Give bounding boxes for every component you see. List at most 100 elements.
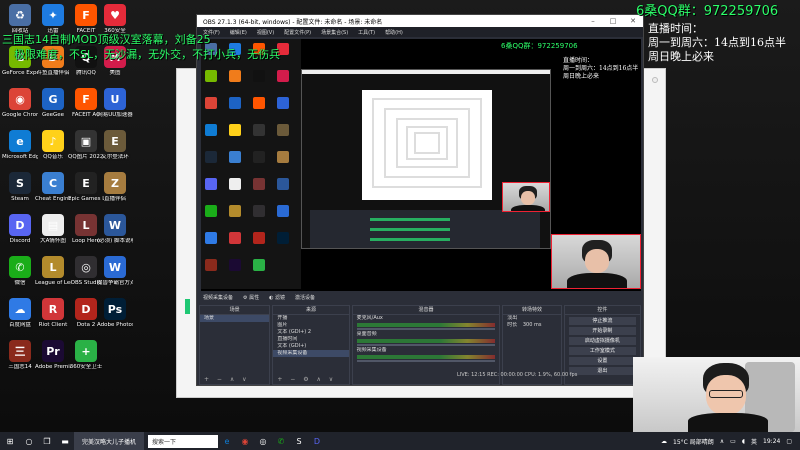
desktop-icon-glyph-icon: ▣ [75, 130, 97, 152]
desktop-icon[interactable]: ☁ 百度网盘 [2, 298, 38, 329]
mixer-channel-name: 桌面音频 [356, 331, 377, 337]
steam-icon[interactable]: S [290, 432, 308, 450]
control-button[interactable]: 开始录制 [568, 327, 636, 335]
desktop-icon[interactable]: W (必须) 脚本说明 [97, 214, 133, 245]
desktop-icon-glyph-icon: F [75, 4, 97, 26]
start-button[interactable]: ⊞ [0, 432, 20, 450]
desktop-icon[interactable]: E 艾尔登法环 [97, 130, 133, 161]
desktop-icon[interactable]: e Microsoft Edge [2, 130, 38, 161]
desktop-icon[interactable]: ♪ QQ音乐 [35, 130, 71, 161]
audio-volume-slider[interactable] [356, 328, 496, 330]
obs-menu-item[interactable]: 帮助(H) [385, 29, 403, 36]
activate-device-button[interactable]: 激活设备 [295, 294, 315, 301]
desktop-icon-glyph-icon: U [104, 88, 126, 110]
desktop-icon[interactable]: L League of Legends [35, 256, 71, 287]
input-language[interactable]: 英 [751, 437, 757, 446]
desktop-icon[interactable]: ✆ 微信 [2, 256, 38, 287]
scene-item[interactable]: 场景 [200, 315, 270, 322]
source-item[interactable]: 图片 [273, 322, 348, 329]
chrome-icon[interactable]: ◉ [236, 432, 254, 450]
taskbar-active-app[interactable]: 完美汉略大儿子播机 [74, 432, 144, 450]
volume-icon[interactable]: ◖ [742, 438, 745, 445]
clock[interactable]: 19:24 [763, 438, 780, 445]
chevron-up-icon[interactable]: ∧ [720, 438, 724, 445]
audio-volume-slider[interactable] [356, 344, 496, 346]
search-icon[interactable]: ○ [20, 432, 38, 450]
desktop-icon[interactable]: ▤ 大A情怀图 [35, 214, 71, 245]
preview-mini-icon [277, 178, 289, 190]
source-item[interactable]: 文本 (GDI+) 2 [273, 329, 348, 336]
minimize-icon[interactable]: – [583, 17, 603, 25]
obs-menu-item[interactable]: 配置文件(P) [284, 29, 311, 36]
desktop-icon[interactable]: Pr Adobe Premie... [35, 340, 71, 371]
desktop-icon[interactable]: +360安全卫士 [68, 340, 104, 371]
window-close-button[interactable] [652, 77, 658, 83]
duration-input[interactable]: 300 ms [523, 322, 542, 328]
desktop-icon[interactable]: G GeeGee [35, 88, 71, 119]
system-tray: ☁ 15°C 局部晴朗 ∧ ▭ ◖ 英 19:24 ▢ [661, 437, 800, 446]
wechat-icon[interactable]: ✆ [272, 432, 290, 450]
desktop-icon-label: Cheat Engine [35, 196, 71, 202]
preview-mini-icon [277, 70, 289, 82]
preview-mini-icon [277, 97, 289, 109]
desktop-icon-label: Discord [9, 238, 31, 244]
preview-mini-icon [229, 97, 241, 109]
edge-icon[interactable]: e [218, 432, 236, 450]
obs-preview[interactable]: 6桑QQ群：972259706 直播时间： 周一到周六：14点到16点半 周日晚… [201, 39, 641, 291]
taskbar-search-label: 搜索一下 [152, 438, 177, 446]
webcam-feed [633, 357, 800, 432]
source-item[interactable]: 开播 [273, 315, 348, 322]
source-item[interactable]: 视频采集设备 [273, 350, 349, 357]
control-button[interactable]: 退出 [568, 367, 636, 375]
weather-text[interactable]: 15°C 局部晴朗 [673, 437, 714, 446]
obs-menu-item[interactable]: 视图(V) [257, 29, 274, 36]
discord-icon[interactable]: D [308, 432, 326, 450]
sources-footer-controls[interactable]: + − ⚙ ∧ ∨ [273, 375, 348, 384]
desktop-icon[interactable]: ◉ Google Chrome [2, 88, 38, 119]
desktop-icon-label: Steam [11, 196, 29, 202]
network-icon[interactable]: ▭ [730, 438, 736, 445]
source-item[interactable]: 文本 (GDI+) [273, 343, 348, 350]
desktop-icon-glyph-icon: D [75, 298, 97, 320]
desktop-icon[interactable]: 三三国志14 [2, 340, 38, 371]
obs-menu-item[interactable]: 场景集合(S) [321, 29, 348, 36]
properties-button[interactable]: ⚙ 属性 [243, 294, 259, 301]
file-explorer-icon[interactable]: ▬ [56, 432, 74, 450]
desktop-icon[interactable]: C Cheat Engine [35, 172, 71, 203]
maximize-icon[interactable]: □ [603, 17, 623, 25]
desktop-icon-label: Riot Client [38, 322, 68, 328]
desktop-icon-glyph-icon: ♥ [104, 4, 126, 26]
taskbar-search-input[interactable]: 搜索一下 [148, 434, 218, 448]
obs-menu-item[interactable]: 编辑(E) [230, 29, 247, 36]
obs-icon[interactable]: ◎ [254, 432, 272, 450]
notification-icon[interactable]: ▢ [786, 438, 792, 445]
transition-select[interactable]: 淡出 [503, 315, 560, 322]
obs-menu-item[interactable]: 工具(T) [358, 29, 375, 36]
desktop-icon[interactable]: Z 直播伴侣 [97, 172, 133, 203]
audio-volume-slider[interactable] [356, 360, 496, 362]
desktop-icon-label: 艾尔登法环 [101, 154, 129, 160]
obs-window[interactable]: OBS 27.1.3 (64-bit, windows) - 配置文件: 未命名… [196, 14, 644, 386]
task-view-icon[interactable]: ❐ [38, 432, 56, 450]
duration-label: 时长 [507, 322, 518, 328]
desktop-icon[interactable]: W 魔兽争霸官方对战平台 [97, 256, 133, 287]
desktop-icon[interactable]: D Discord [2, 214, 38, 245]
control-button[interactable]: 工作室模式 [568, 347, 636, 355]
control-button[interactable]: 停止推流 [568, 317, 636, 325]
schedule-line2-overlay: 周日晚上必来 [648, 50, 714, 63]
source-item[interactable]: 直播时间 [273, 336, 348, 343]
weather-icon[interactable]: ☁ [661, 438, 667, 445]
preview-mini-icon [253, 259, 265, 271]
desktop-icon[interactable]: S Steam [2, 172, 38, 203]
filters-button[interactable]: ◐ 滤镜 [269, 294, 285, 301]
scenes-footer-controls[interactable]: + − ∧ ∨ [200, 375, 269, 384]
desktop-icon[interactable]: R Riot Client [35, 298, 71, 329]
desktop-icon-label: 美图 [109, 70, 121, 76]
preview-mini-icon [205, 70, 217, 82]
desktop-icon[interactable]: Ps Adobe Photosh... [97, 298, 133, 329]
desktop-icon-glyph-icon: ▤ [42, 214, 64, 236]
control-button[interactable]: 启动虚拟摄像机 [568, 337, 636, 345]
webcam-shirt [688, 413, 768, 432]
desktop-icon[interactable]: U 网易UU加速器 [97, 88, 133, 119]
control-button[interactable]: 设置 [568, 357, 636, 365]
